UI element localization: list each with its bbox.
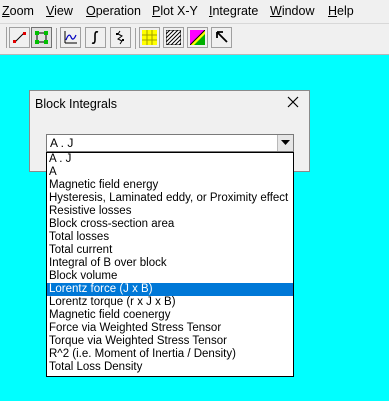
toolbar-grip <box>0 27 7 48</box>
toolbar-separator <box>56 28 57 49</box>
menu-plot-xy[interactable]: Plot X-Y <box>152 4 198 19</box>
dropdown-option[interactable]: Total Loss Density <box>47 361 293 374</box>
grid-button[interactable] <box>139 27 160 48</box>
hatch-icon <box>166 30 181 45</box>
dropdown-option[interactable]: Lorentz torque (r x J x B) <box>47 296 293 309</box>
dropdown-option[interactable]: Magnetic field energy <box>47 179 293 192</box>
pointer-arrow-icon <box>216 31 228 43</box>
combobox-value: A . J <box>50 136 74 150</box>
dropdown-option[interactable]: Block volume <box>47 270 293 283</box>
grid-icon <box>142 30 157 45</box>
select-points-icon <box>35 31 48 44</box>
dialog-title: Block Integrals <box>35 97 117 111</box>
block-integral-button[interactable] <box>110 27 131 48</box>
menu-zoom[interactable]: Zoom <box>2 4 34 19</box>
line-icon <box>13 32 26 43</box>
close-button[interactable] <box>285 94 301 110</box>
integral-type-dropdown-list: A . J A Magnetic field energy Hysteresis… <box>46 152 294 377</box>
combobox-dropdown-button[interactable] <box>277 135 293 151</box>
menu-window[interactable]: Window <box>270 4 314 19</box>
integral-type-combobox[interactable]: A . J <box>46 134 294 152</box>
menu-operation[interactable]: Operation <box>86 4 141 19</box>
color-map-button[interactable] <box>187 27 208 48</box>
dropdown-option[interactable]: Total current <box>47 244 293 257</box>
toolbar <box>0 24 389 55</box>
line-tool-button[interactable] <box>9 27 30 48</box>
close-icon <box>287 96 299 108</box>
plot-xy-icon <box>64 31 77 44</box>
color-map-icon <box>190 30 205 45</box>
dropdown-option[interactable]: Resistive losses <box>47 205 293 218</box>
pointer-button[interactable] <box>211 27 232 48</box>
chevron-down-icon <box>281 140 290 145</box>
dropdown-option[interactable]: Force via Weighted Stress Tensor <box>47 322 293 335</box>
line-integral-icon <box>91 31 99 44</box>
dropdown-option[interactable]: Block cross-section area <box>47 218 293 231</box>
plot-xy-button[interactable] <box>60 27 81 48</box>
dropdown-option[interactable]: R^2 (i.e. Moment of Inertia / Density) <box>47 348 293 361</box>
menu-integrate[interactable]: Integrate <box>209 4 258 19</box>
dropdown-option-highlighted[interactable]: Lorentz force (J x B) <box>47 283 293 296</box>
menu-bar: Zoom View Operation Plot X-Y Integrate W… <box>0 0 389 24</box>
hatch-button[interactable] <box>163 27 184 48</box>
dropdown-option[interactable]: Total losses <box>47 231 293 244</box>
dropdown-option[interactable]: A . J <box>47 153 293 166</box>
dropdown-option[interactable]: Integral of B over block <box>47 257 293 270</box>
dropdown-option[interactable]: A <box>47 166 293 179</box>
block-integral-icon <box>116 30 124 45</box>
toolbar-separator <box>135 28 136 49</box>
menu-view[interactable]: View <box>46 4 73 19</box>
select-points-button[interactable] <box>31 27 52 48</box>
dropdown-option[interactable]: Magnetic field coenergy <box>47 309 293 322</box>
menu-help[interactable]: Help <box>328 4 354 19</box>
dropdown-option[interactable]: Torque via Weighted Stress Tensor <box>47 335 293 348</box>
dropdown-option[interactable]: Hysteresis, Laminated eddy, or Proximity… <box>47 192 293 205</box>
line-integral-button[interactable] <box>85 27 106 48</box>
